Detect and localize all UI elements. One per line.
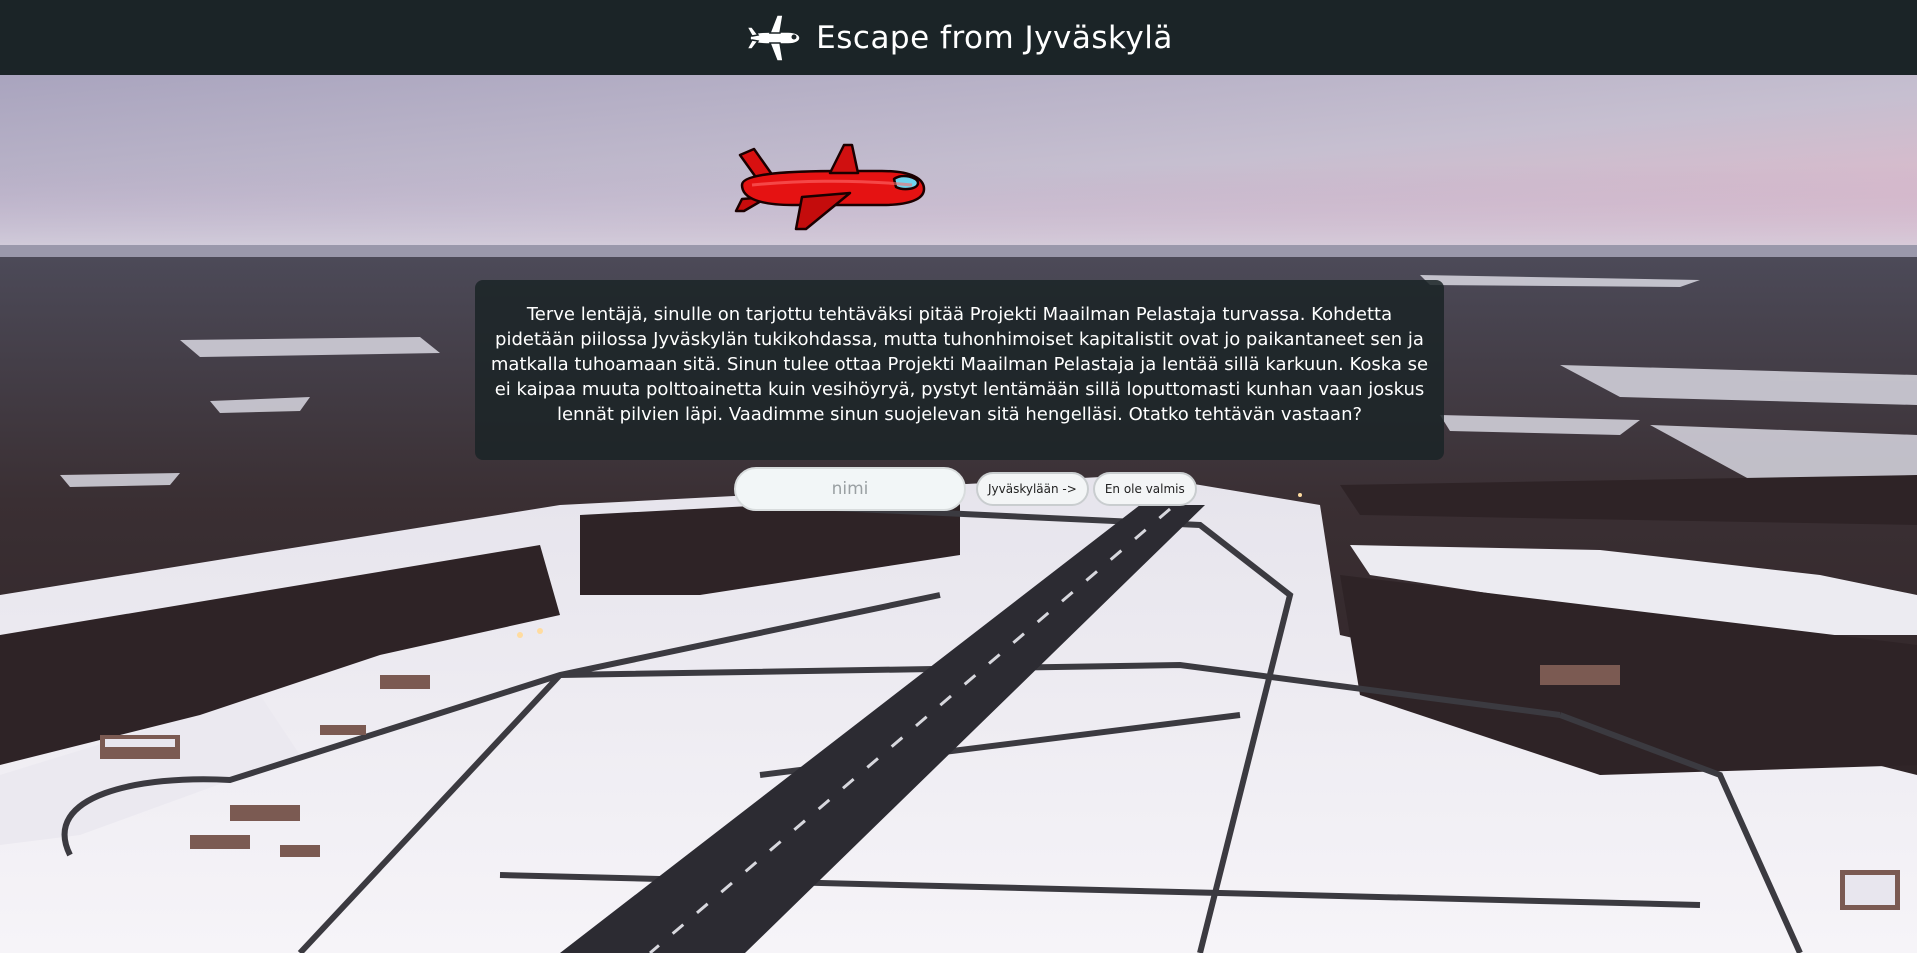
app-title: Escape from Jyväskylä (816, 19, 1173, 56)
airplane-icon (744, 11, 802, 65)
go-to-jyvaskyla-button[interactable]: Jyväskylään -> (976, 472, 1089, 506)
not-ready-button[interactable]: En ole valmis (1092, 472, 1197, 506)
player-name-input[interactable] (734, 467, 966, 511)
airport-background: Terve lentäjä, sinulle on tarjottu tehtä… (0, 75, 1917, 953)
airport-aerial-image (0, 75, 1917, 953)
red-airplane-icon (732, 135, 928, 235)
mission-briefing-text: Terve lentäjä, sinulle on tarjottu tehtä… (490, 304, 1429, 425)
mission-briefing-dialog: Terve lentäjä, sinulle on tarjottu tehtä… (475, 280, 1444, 460)
start-form: Jyväskylään -> En ole valmis (734, 467, 1197, 511)
app-header: Escape from Jyväskylä (0, 0, 1917, 75)
